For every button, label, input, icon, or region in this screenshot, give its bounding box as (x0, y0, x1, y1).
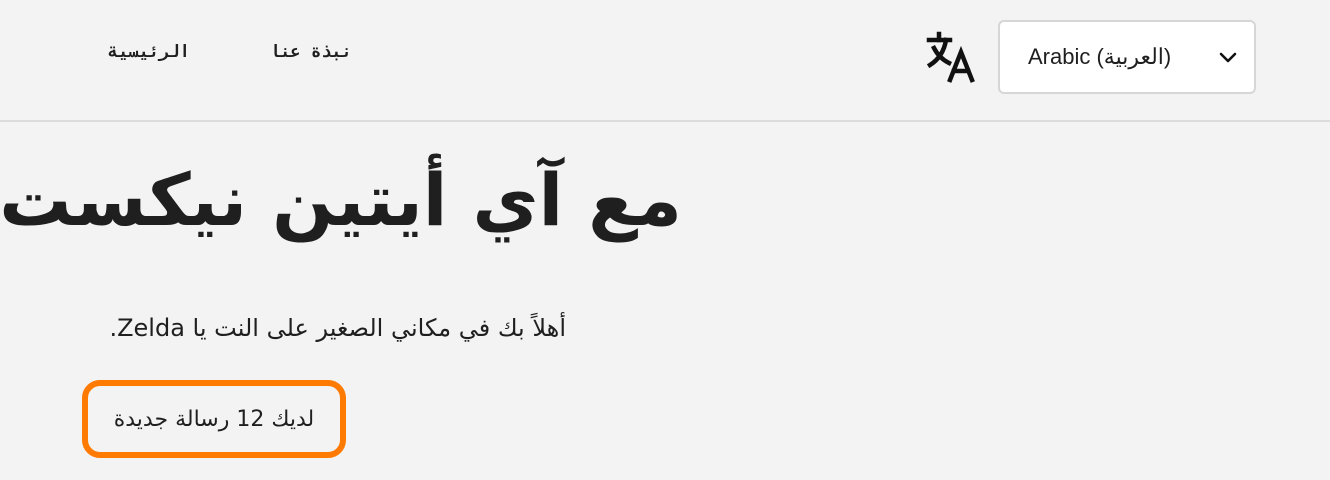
page-title: مع آي أيتين نيكست (0, 158, 682, 242)
welcome-text: أهلاً بك في مكاني الصغير على النت يا Zel… (109, 314, 566, 342)
language-select-value: Arabic (العربية) (1028, 44, 1172, 69)
translate-icon[interactable] (924, 30, 978, 84)
top-bar: الرئيسية نبذة عنا Arabic (العربية) (0, 0, 1330, 122)
language-select[interactable]: Arabic (العربية) (998, 20, 1256, 94)
chevron-down-icon (1219, 52, 1237, 63)
new-messages-link[interactable]: لديك 12 رسالة جديدة (82, 380, 346, 458)
new-messages-label: لديك 12 رسالة جديدة (113, 406, 315, 432)
nav-link-home[interactable]: الرئيسية (108, 42, 190, 62)
nav-link-about[interactable]: نبذة عنا (270, 42, 352, 62)
